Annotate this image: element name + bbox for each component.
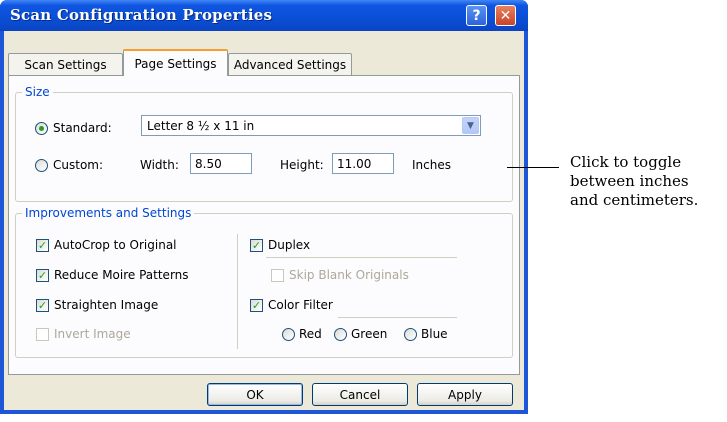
reduce-moire-checkbox[interactable]: ✓ — [36, 269, 49, 282]
red-filter-radio[interactable] — [282, 328, 295, 341]
straighten-checkbox[interactable]: ✓ — [36, 299, 49, 312]
callout-leader-line — [507, 167, 559, 168]
dialog-client-area: Scan Settings Page Settings Advanced Set… — [4, 31, 524, 410]
width-label: Width: — [140, 158, 179, 172]
color-filter-divider — [338, 317, 457, 318]
page-size-select[interactable]: Letter 8 ½ x 11 in ▼ — [141, 115, 481, 136]
tab-page-settings[interactable]: Page Settings — [123, 49, 228, 76]
invert-image-checkbox[interactable] — [36, 328, 49, 341]
apply-button[interactable]: Apply — [417, 383, 513, 406]
cancel-button[interactable]: Cancel — [312, 383, 408, 406]
color-filter-label[interactable]: Color Filter — [268, 298, 333, 312]
size-group: Size Standard: Letter 8 ½ x 11 in ▼ Cust… — [15, 85, 513, 202]
standard-label[interactable]: Standard: — [53, 121, 112, 135]
tab-scan-settings[interactable]: Scan Settings — [8, 53, 123, 75]
improvements-group-legend: Improvements and Settings — [22, 206, 195, 220]
callout-line-3: and centimeters. — [570, 191, 699, 209]
window-title: Scan Configuration Properties — [10, 6, 273, 24]
page-size-value: Letter 8 ½ x 11 in — [147, 119, 255, 133]
help-icon: ? — [472, 7, 481, 24]
straighten-label[interactable]: Straighten Image — [54, 298, 158, 312]
duplex-checkbox[interactable]: ✓ — [250, 239, 263, 252]
standard-radio[interactable] — [35, 122, 48, 135]
blue-filter-radio[interactable] — [404, 328, 417, 341]
column-divider — [237, 234, 238, 349]
duplex-divider — [266, 257, 457, 258]
skip-blank-checkbox[interactable] — [271, 269, 284, 282]
improvements-group: Improvements and Settings ✓ AutoCrop to … — [15, 206, 513, 358]
green-filter-radio[interactable] — [334, 328, 347, 341]
autocrop-checkbox[interactable]: ✓ — [36, 239, 49, 252]
height-label: Height: — [280, 158, 324, 172]
custom-radio[interactable] — [35, 159, 48, 172]
size-group-legend: Size — [22, 85, 53, 99]
width-input[interactable] — [191, 154, 251, 173]
title-bar[interactable]: Scan Configuration Properties ? ✕ — [0, 0, 528, 31]
duplex-label[interactable]: Duplex — [268, 238, 310, 252]
width-field[interactable] — [190, 153, 252, 174]
blue-filter-label[interactable]: Blue — [421, 327, 448, 341]
invert-image-label: Invert Image — [54, 327, 131, 341]
autocrop-label[interactable]: AutoCrop to Original — [54, 238, 177, 252]
tab-advanced-settings[interactable]: Advanced Settings — [228, 53, 352, 75]
close-button[interactable]: ✕ — [495, 5, 516, 26]
height-field[interactable] — [332, 153, 394, 174]
height-input[interactable] — [333, 154, 393, 173]
units-toggle[interactable]: Inches — [412, 158, 451, 172]
skip-blank-label: Skip Blank Originals — [289, 268, 409, 282]
help-button[interactable]: ? — [466, 5, 487, 26]
close-icon: ✕ — [499, 7, 512, 24]
ok-button[interactable]: OK — [207, 383, 303, 406]
callout-line-1: Click to toggle — [570, 153, 682, 171]
dialog-window: Scan Configuration Properties ? ✕ Scan S… — [0, 0, 528, 414]
color-filter-checkbox[interactable]: ✓ — [250, 299, 263, 312]
reduce-moire-label[interactable]: Reduce Moire Patterns — [54, 268, 189, 282]
green-filter-label[interactable]: Green — [351, 327, 387, 341]
red-filter-label[interactable]: Red — [299, 327, 322, 341]
custom-label[interactable]: Custom: — [53, 158, 103, 172]
chevron-down-icon[interactable]: ▼ — [462, 117, 479, 134]
callout-text: Click to toggle between inches and centi… — [570, 153, 698, 210]
callout-line-2: between inches — [570, 172, 689, 190]
tab-panel-page-settings: Size Standard: Letter 8 ½ x 11 in ▼ Cust… — [8, 75, 520, 375]
